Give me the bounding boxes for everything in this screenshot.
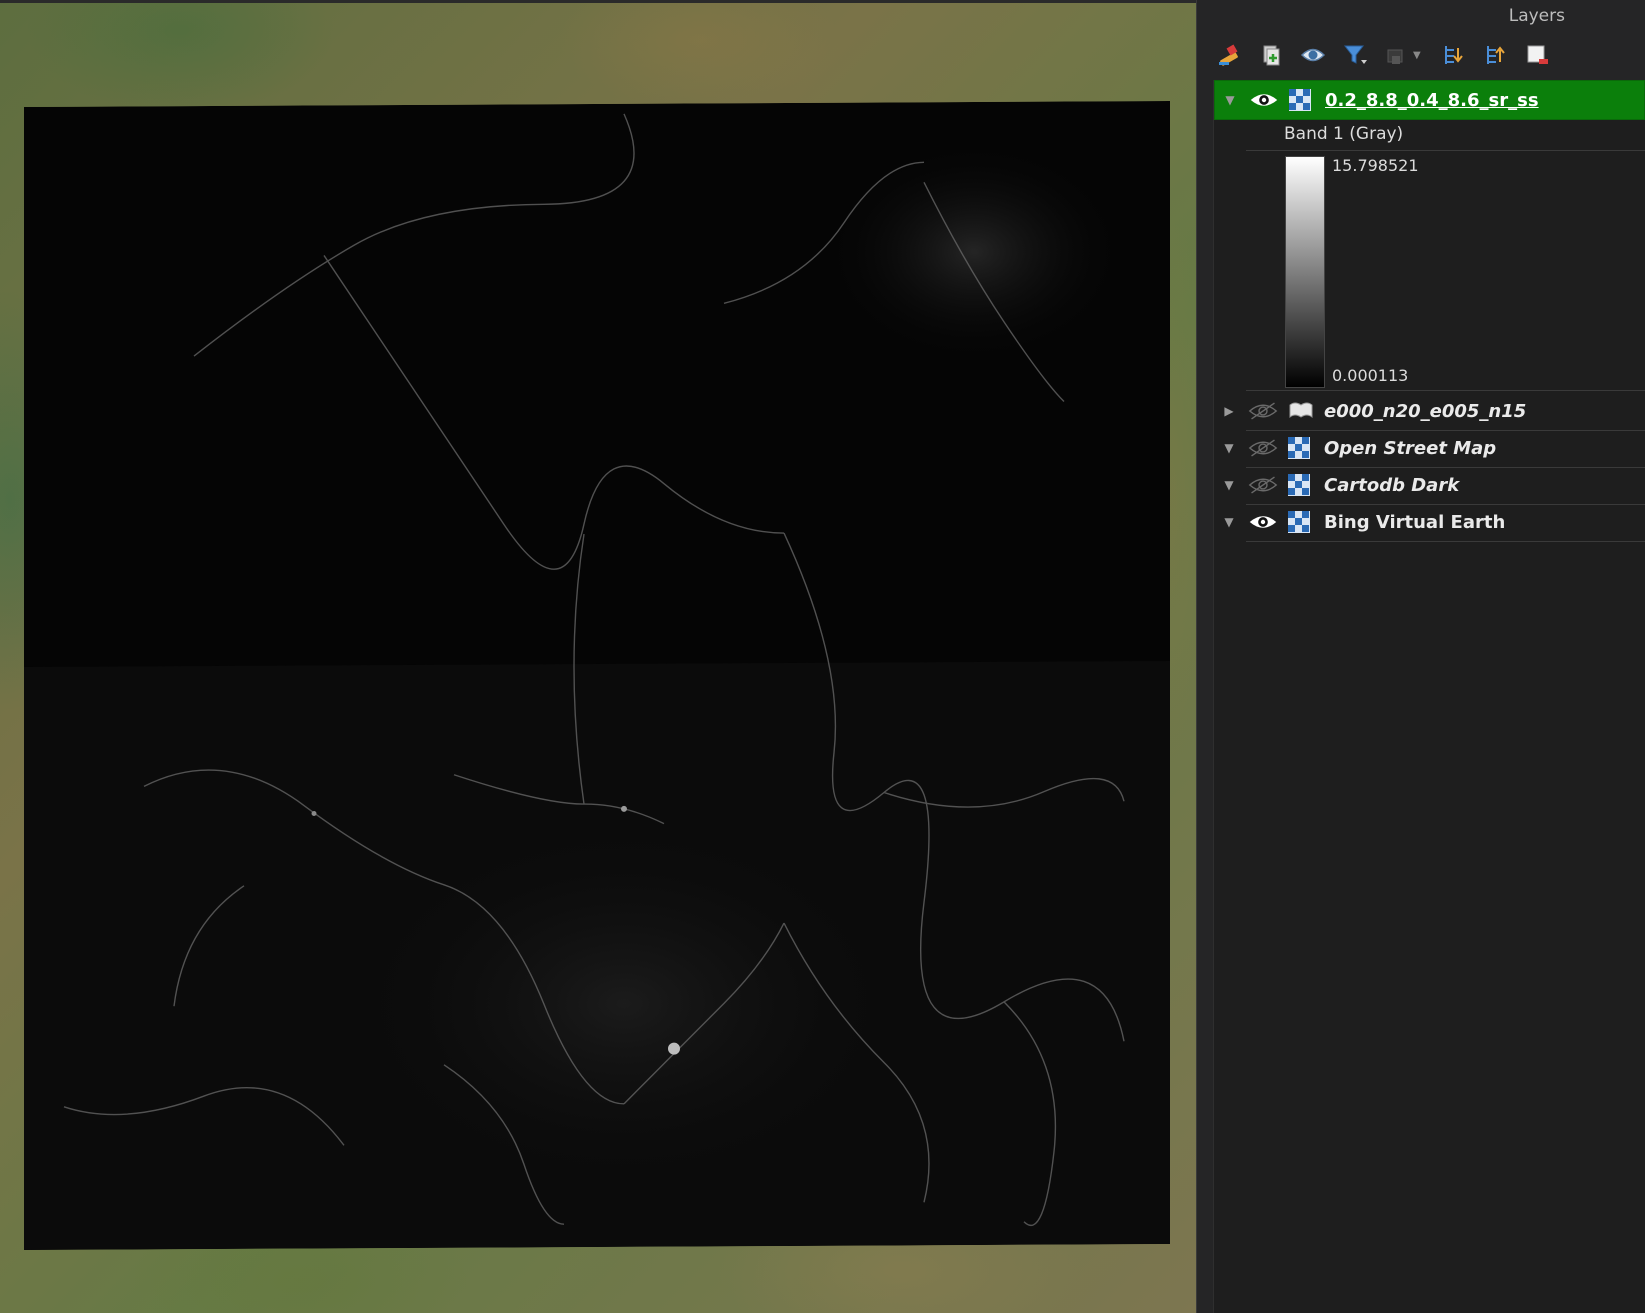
layer-row-vector[interactable]: ▶ e000_n20_e005_n15 xyxy=(1214,392,1645,430)
layers-toolbar: ▼ xyxy=(1215,38,1551,72)
panel-title: Layers xyxy=(1508,6,1565,26)
collapse-arrow-icon[interactable]: ▼ xyxy=(1214,515,1244,529)
expand-all-button[interactable] xyxy=(1439,41,1467,69)
collapse-arrow-icon[interactable]: ▼ xyxy=(1214,441,1244,455)
map-canvas[interactable] xyxy=(0,0,1196,1313)
layer-row-open-street-map[interactable]: ▼ Open Street Map xyxy=(1214,429,1645,467)
remove-layer-button[interactable] xyxy=(1523,41,1551,69)
layer-tree: ▼ 0.2_8.8_0.4_8.6_sr_ss Band 1 (Gray) 15… xyxy=(1213,80,1645,1313)
raster-layer-render xyxy=(24,101,1170,1250)
layer-row-bing-virtual-earth[interactable]: ▼ Bing Virtual Earth xyxy=(1214,503,1645,541)
collapse-all-icon xyxy=(1487,46,1505,64)
layer-name: 0.2_8.8_0.4_8.6_sr_ss xyxy=(1325,89,1539,111)
remove-layer-icon xyxy=(1527,45,1548,64)
collapse-arrow-icon[interactable]: ▼ xyxy=(1214,478,1244,492)
visibility-button[interactable] xyxy=(1299,41,1327,69)
filter-icon xyxy=(1343,45,1367,64)
separator xyxy=(1246,541,1645,542)
eye-hidden-icon[interactable] xyxy=(1248,472,1282,498)
eye-hidden-icon[interactable] xyxy=(1248,435,1282,461)
raster-drainage-texture xyxy=(24,101,1170,1250)
map-top-edge xyxy=(0,0,1196,3)
expression-filter-button[interactable] xyxy=(1383,41,1411,69)
expression-filter-icon xyxy=(1387,49,1403,64)
collapse-arrow-icon[interactable]: ▼ xyxy=(1215,93,1245,107)
layers-panel: Layers ▼ ▼ 0.2_8.8_0.4_8.6_sr_ss Band 1 … xyxy=(1196,0,1645,1313)
layer-name: Bing Virtual Earth xyxy=(1324,511,1506,533)
legend-min-value: 0.000113 xyxy=(1332,366,1409,385)
layer-row-cartodb-dark[interactable]: ▼ Cartodb Dark xyxy=(1214,466,1645,504)
raster-layer-icon xyxy=(1288,472,1314,498)
expand-all-icon xyxy=(1445,46,1463,64)
style-brush-button[interactable] xyxy=(1215,41,1243,69)
separator xyxy=(1246,390,1645,391)
expand-arrow-icon[interactable]: ▶ xyxy=(1214,404,1244,418)
layer-name: e000_n20_e005_n15 xyxy=(1324,400,1527,422)
separator xyxy=(1246,150,1645,151)
layer-name: Open Street Map xyxy=(1324,437,1497,459)
add-group-button[interactable] xyxy=(1257,41,1285,69)
vector-polygon-icon xyxy=(1288,398,1314,424)
add-group-icon xyxy=(1263,45,1280,66)
raster-layer-icon xyxy=(1289,87,1315,113)
filter-button[interactable] xyxy=(1341,41,1369,69)
visibility-eye-icon xyxy=(1300,48,1326,62)
layer-row-raster-selected[interactable]: ▼ 0.2_8.8_0.4_8.6_sr_ss xyxy=(1214,80,1645,120)
raster-layer-icon xyxy=(1288,509,1314,535)
style-brush-icon xyxy=(1219,44,1238,66)
raster-layer-icon xyxy=(1288,435,1314,461)
eye-visible-icon[interactable] xyxy=(1249,87,1283,113)
layer-name: Cartodb Dark xyxy=(1324,474,1460,496)
eye-visible-icon[interactable] xyxy=(1248,509,1282,535)
eye-hidden-icon[interactable] xyxy=(1248,398,1282,424)
legend-max-value: 15.798521 xyxy=(1332,156,1419,175)
gray-color-ramp xyxy=(1285,156,1325,388)
legend-band-label: Band 1 (Gray) xyxy=(1284,124,1404,144)
collapse-all-button[interactable] xyxy=(1481,41,1509,69)
filter-dropdown-arrow[interactable]: ▼ xyxy=(1413,50,1425,61)
